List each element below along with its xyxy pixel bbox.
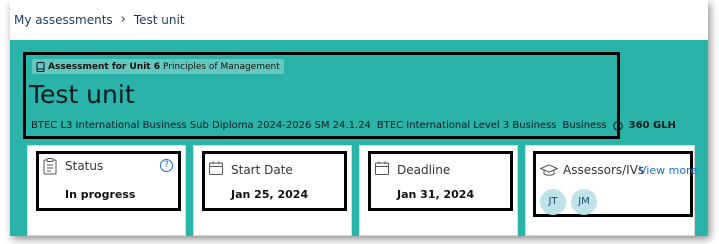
status-value: In progress: [65, 188, 136, 201]
calendar-icon: [375, 161, 389, 175]
status-highlight-box: [36, 151, 181, 211]
deadline-value: Jan 31, 2024: [397, 188, 475, 201]
start-date-value: Jan 25, 2024: [231, 188, 309, 201]
avatar[interactable]: JM: [571, 189, 597, 215]
clipboard-icon: [43, 158, 57, 175]
qualification-name: BTEC L3 International Business Sub Diplo…: [31, 120, 371, 131]
help-icon[interactable]: ?: [160, 159, 173, 172]
status-card: Status ? In progress: [27, 145, 186, 236]
deadline-card: Deadline Jan 31, 2024: [359, 145, 518, 236]
deadline-label: Deadline: [397, 163, 451, 177]
assessors-card: Assessors/IVs View more JT JM: [525, 145, 697, 236]
avatar[interactable]: JT: [540, 189, 566, 215]
start-date-label: Start Date: [231, 163, 293, 177]
view-more-link[interactable]: View more: [639, 164, 697, 177]
status-label: Status: [65, 159, 104, 173]
breadcrumb-current: Test unit: [133, 12, 185, 27]
page-title: Test unit: [29, 80, 135, 109]
start-date-highlight-box: [202, 151, 347, 211]
clock-icon: [612, 120, 623, 131]
graduation-cap-icon: [540, 164, 558, 176]
unit-name: Principles of Management: [163, 61, 280, 72]
unit-badge: Assessment for Unit 6 Principles of Mana…: [32, 59, 284, 74]
qualification-meta: BTEC L3 International Business Sub Diplo…: [31, 120, 682, 131]
breadcrumb: My assessments › Test unit: [14, 12, 185, 27]
assessment-label: Assessment for Unit 6: [48, 61, 160, 72]
glh-value: 360 GLH: [628, 120, 676, 131]
qualification-level: BTEC International Level 3 Business: [376, 120, 557, 131]
assessors-label: Assessors/IVs: [563, 163, 645, 177]
book-icon: [36, 61, 45, 72]
start-date-card: Start Date Jan 25, 2024: [193, 145, 352, 236]
breadcrumb-my-assessments[interactable]: My assessments: [14, 13, 113, 27]
deadline-highlight-box: [368, 151, 513, 211]
calendar-icon: [209, 161, 223, 175]
qualification-subject: Business: [562, 120, 607, 131]
chevron-right-icon: ›: [120, 12, 126, 27]
